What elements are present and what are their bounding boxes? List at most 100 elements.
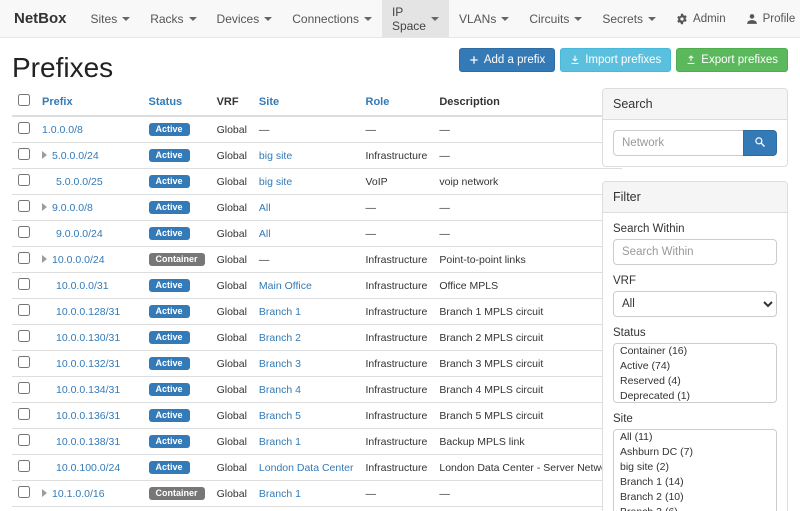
page-title: Prefixes xyxy=(12,52,113,84)
vrf-cell: Global xyxy=(211,325,253,351)
nav-item-admin[interactable]: Admin xyxy=(666,0,736,37)
listbox-option[interactable]: All (11) xyxy=(614,430,776,445)
row-checkbox[interactable] xyxy=(18,460,30,472)
import-prefixes-button[interactable]: Import prefixes xyxy=(560,48,671,72)
nav-item-ip-space[interactable]: IP Space xyxy=(382,0,449,37)
description-cell: Office MPLS xyxy=(433,273,621,299)
status-listbox[interactable]: Container (16)Active (74)Reserved (4)Dep… xyxy=(613,343,777,403)
table-row: 10.0.0.130/31ActiveGlobalBranch 2Infrast… xyxy=(12,325,622,351)
row-checkbox[interactable] xyxy=(18,356,30,368)
select-all-checkbox[interactable] xyxy=(18,94,30,106)
site-link[interactable]: All xyxy=(259,228,271,240)
sort-header-prefix[interactable]: Prefix xyxy=(42,96,73,108)
site-link[interactable]: All xyxy=(259,202,271,214)
nav-item-vlans[interactable]: VLANs xyxy=(449,0,519,37)
site-link[interactable]: London Data Center xyxy=(259,462,354,474)
row-checkbox[interactable] xyxy=(18,304,30,316)
table-row: 10.0.0.134/31ActiveGlobalBranch 4Infrast… xyxy=(12,377,622,403)
prefix-link[interactable]: 9.0.0.0/8 xyxy=(52,202,93,214)
nav-item-circuits[interactable]: Circuits xyxy=(519,0,592,37)
row-checkbox[interactable] xyxy=(18,174,30,186)
row-checkbox[interactable] xyxy=(18,148,30,160)
prefix-link[interactable]: 10.0.0.136/31 xyxy=(56,410,120,422)
vrf-cell: Global xyxy=(211,481,253,507)
site-link[interactable]: Branch 5 xyxy=(259,410,301,422)
description-cell: — xyxy=(433,195,621,221)
prefix-link[interactable]: 10.0.0.0/24 xyxy=(52,254,105,266)
site-link[interactable]: Branch 2 xyxy=(259,332,301,344)
listbox-option[interactable]: Deprecated (1) xyxy=(614,389,776,403)
prefix-link[interactable]: 1.0.0.0/8 xyxy=(42,124,83,136)
row-checkbox[interactable] xyxy=(18,200,30,212)
prefix-link[interactable]: 10.0.100.0/24 xyxy=(56,462,120,474)
expand-arrow-icon xyxy=(42,203,47,211)
expand-arrow-icon xyxy=(42,255,47,263)
export-prefixes-button[interactable]: Export prefixes xyxy=(676,48,788,72)
description-cell: Branch 5 MPLS circuit xyxy=(433,403,621,429)
sort-header-status[interactable]: Status xyxy=(149,96,183,108)
brand-link[interactable]: NetBox xyxy=(0,0,81,37)
row-checkbox[interactable] xyxy=(18,434,30,446)
add-prefix-button[interactable]: Add a prefix xyxy=(459,48,555,72)
row-checkbox[interactable] xyxy=(18,408,30,420)
listbox-option[interactable]: Reserved (4) xyxy=(614,374,776,389)
status-badge: Active xyxy=(149,461,190,475)
listbox-option[interactable]: Ashburn DC (7) xyxy=(614,445,776,460)
site-link[interactable]: Branch 4 xyxy=(259,384,301,396)
site-listbox[interactable]: All (11)Ashburn DC (7)big site (2)Branch… xyxy=(613,429,777,511)
nav-item-profile[interactable]: Profile xyxy=(736,0,800,37)
nav-items: SitesRacksDevicesConnectionsIP SpaceVLAN… xyxy=(81,0,667,37)
search-input[interactable] xyxy=(613,130,743,156)
row-checkbox[interactable] xyxy=(18,382,30,394)
description-cell: Point-to-point links xyxy=(433,247,621,273)
sort-header-role[interactable]: Role xyxy=(366,96,390,108)
prefix-link[interactable]: 5.0.0.0/24 xyxy=(52,150,99,162)
nav-item-racks[interactable]: Racks xyxy=(140,0,206,37)
prefix-link[interactable]: 9.0.0.0/24 xyxy=(56,228,103,240)
listbox-option[interactable]: Branch 3 (6) xyxy=(614,505,776,511)
nav-item-connections[interactable]: Connections xyxy=(282,0,382,37)
site-link[interactable]: Branch 1 xyxy=(259,488,301,500)
row-checkbox[interactable] xyxy=(18,330,30,342)
site-link[interactable]: Main Office xyxy=(259,280,312,292)
prefix-link[interactable]: 10.0.0.132/31 xyxy=(56,358,120,370)
prefix-link[interactable]: 5.0.0.0/25 xyxy=(56,176,103,188)
status-badge: Container xyxy=(149,253,205,267)
listbox-option[interactable]: Branch 2 (10) xyxy=(614,490,776,505)
row-checkbox[interactable] xyxy=(18,278,30,290)
prefix-link[interactable]: 10.0.0.0/31 xyxy=(56,280,109,292)
search-button[interactable] xyxy=(743,130,777,156)
prefix-link[interactable]: 10.0.0.128/31 xyxy=(56,306,120,318)
prefix-link[interactable]: 10.1.0.0/16 xyxy=(52,488,105,500)
site-link[interactable]: Branch 3 xyxy=(259,358,301,370)
nav-item-devices[interactable]: Devices xyxy=(207,0,283,37)
description-cell: — xyxy=(433,143,621,169)
nav-item-sites[interactable]: Sites xyxy=(81,0,141,37)
row-checkbox[interactable] xyxy=(18,486,30,498)
prefix-link[interactable]: 10.0.0.130/31 xyxy=(56,332,120,344)
plus-icon xyxy=(469,55,479,65)
row-checkbox[interactable] xyxy=(18,252,30,264)
listbox-option[interactable]: Branch 1 (14) xyxy=(614,475,776,490)
status-badge: Active xyxy=(149,279,190,293)
status-badge: Active xyxy=(149,435,190,449)
row-checkbox[interactable] xyxy=(18,226,30,238)
listbox-option[interactable]: Active (74) xyxy=(614,359,776,374)
role-cell: Infrastructure xyxy=(360,247,434,273)
sort-header-site[interactable]: Site xyxy=(259,96,279,108)
site-link[interactable]: Branch 1 xyxy=(259,306,301,318)
nav-item-secrets[interactable]: Secrets xyxy=(592,0,666,37)
row-checkbox[interactable] xyxy=(18,122,30,134)
role-cell: Infrastructure xyxy=(360,455,434,481)
role-cell: Infrastructure xyxy=(360,299,434,325)
site-link[interactable]: big site xyxy=(259,150,292,162)
listbox-option[interactable]: Container (16) xyxy=(614,344,776,359)
search-panel-title: Search xyxy=(603,89,787,120)
prefix-link[interactable]: 10.0.0.134/31 xyxy=(56,384,120,396)
vrf-select[interactable]: All xyxy=(613,291,777,317)
site-link[interactable]: big site xyxy=(259,176,292,188)
search-within-input[interactable] xyxy=(613,239,777,265)
prefix-link[interactable]: 10.0.0.138/31 xyxy=(56,436,120,448)
site-link[interactable]: Branch 1 xyxy=(259,436,301,448)
listbox-option[interactable]: big site (2) xyxy=(614,460,776,475)
